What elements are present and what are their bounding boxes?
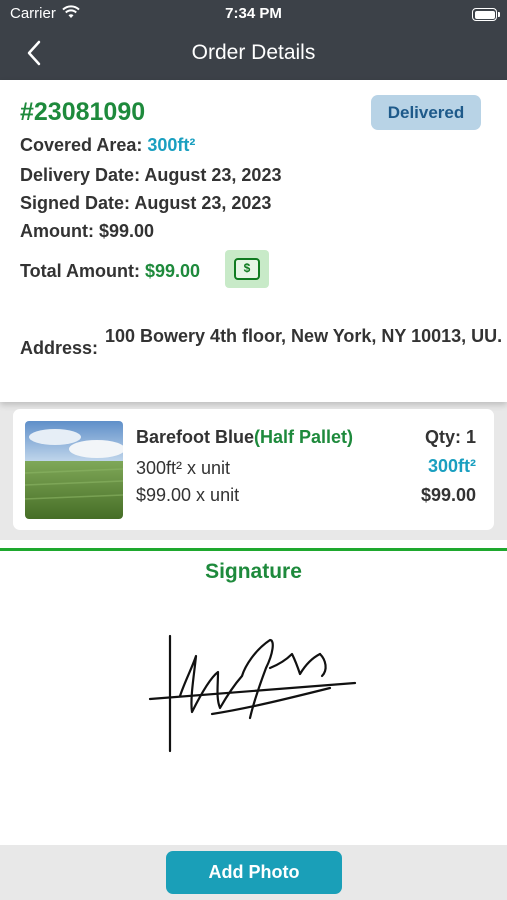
- product-area-per-unit: 300ft² x unit: [136, 458, 231, 478]
- product-variant: (Half Pallet): [254, 427, 354, 447]
- amount-value: $99.00: [98, 221, 155, 241]
- signature-image: [148, 634, 357, 753]
- order-summary-card: #23081090 Delivered Covered Area: 300ft²…: [0, 80, 507, 402]
- money-bill-icon: $: [234, 258, 260, 280]
- total-amount-value: $99.00: [144, 261, 201, 281]
- address-value: 100 Bowery 4th floor, New York, NY 10013…: [105, 326, 503, 346]
- signed-date-row: Signed Date: August 23, 2023: [20, 193, 271, 214]
- battery-icon: [472, 8, 500, 21]
- delivery-date-label: Delivery Date:: [20, 165, 145, 185]
- status-bar: Carrier 7:34 PM: [0, 0, 507, 28]
- product-price-per-unit: $99.00 x unit: [136, 485, 240, 505]
- product-card[interactable]: Barefoot Blue(Half Pallet) Qty: 1 300ft²…: [13, 409, 494, 530]
- amount-label: Amount:: [20, 221, 99, 241]
- status-badge: Delivered: [371, 95, 481, 130]
- bottom-bar: Add Photo: [0, 845, 507, 900]
- product-area-total: 300ft²: [427, 456, 476, 476]
- signed-date-value: August 23, 2023: [134, 193, 272, 213]
- money-symbol: $: [243, 261, 251, 275]
- delivery-date-row: Delivery Date: August 23, 2023: [20, 165, 281, 186]
- total-amount-label: Total Amount:: [20, 261, 145, 281]
- page-title: Order Details: [191, 41, 316, 64]
- product-qty: Qty: 1: [424, 427, 476, 447]
- nav-bar: Order Details: [0, 28, 507, 80]
- payment-button[interactable]: $: [225, 250, 269, 288]
- address-label: Address:: [20, 338, 99, 358]
- clock: 7:34 PM: [225, 5, 282, 22]
- covered-area-value: 300ft²: [147, 135, 196, 155]
- product-name: Barefoot Blue(Half Pallet): [136, 427, 353, 448]
- add-photo-button[interactable]: Add Photo: [166, 851, 342, 894]
- covered-area-label: Covered Area:: [20, 135, 148, 155]
- product-price-total: $99.00: [420, 485, 476, 505]
- signed-date-label: Signed Date:: [20, 193, 135, 213]
- signature-section: Signature: [0, 548, 507, 845]
- delivery-date-value: August 23, 2023: [144, 165, 282, 185]
- total-amount-row: Total Amount: $99.00: [20, 261, 200, 282]
- product-name-text: Barefoot Blue: [136, 427, 255, 447]
- amount-row: Amount: $99.00: [20, 221, 154, 242]
- product-image: [25, 421, 123, 519]
- signature-title: Signature: [205, 560, 302, 583]
- order-number: #23081090: [20, 98, 146, 126]
- covered-area-row: Covered Area: 300ft²: [20, 135, 195, 156]
